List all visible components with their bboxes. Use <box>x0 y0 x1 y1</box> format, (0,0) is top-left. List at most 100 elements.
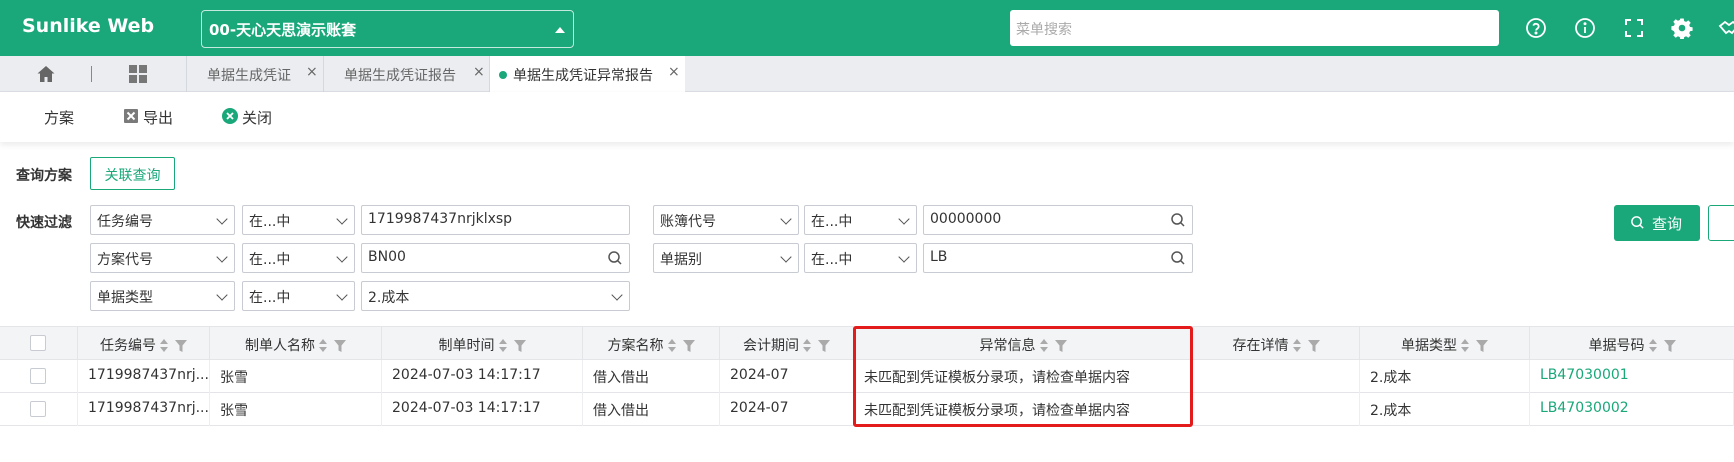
column-header[interactable]: 制单时间 <box>382 327 583 360</box>
toolbar: 方案 导出 关闭 <box>0 92 1734 142</box>
row-checkbox[interactable] <box>30 401 46 417</box>
settings-icon[interactable] <box>1671 17 1693 39</box>
filter-icon[interactable] <box>1663 340 1676 352</box>
filter-operator-value: 在...中 <box>249 252 291 268</box>
filter-value-input[interactable]: LB <box>923 243 1193 273</box>
search-icon[interactable] <box>607 250 623 266</box>
select-all-checkbox[interactable] <box>30 335 46 351</box>
active-dot-icon <box>499 71 507 79</box>
close-icon[interactable]: × <box>306 64 318 80</box>
scheme-name-cell: 借入借出 <box>583 360 720 393</box>
column-header[interactable]: 方案名称 <box>583 327 720 360</box>
sort-icon[interactable] <box>160 339 169 353</box>
home-icon[interactable] <box>36 64 56 84</box>
filter-operator-select[interactable]: 在...中 <box>804 205 917 235</box>
sort-icon[interactable] <box>667 339 677 353</box>
period-cell: 2024-07 <box>720 360 854 393</box>
filter-value-input[interactable]: 1719987437nrjklxsp <box>361 205 630 235</box>
filter-icon[interactable] <box>682 340 695 352</box>
chevron-down-icon <box>216 213 228 225</box>
account-selector[interactable]: 00-天心天思演示账套 <box>201 10 574 48</box>
sort-icon[interactable] <box>803 339 812 353</box>
tab-bill-voucher[interactable]: 单据生成凭证 × <box>186 56 323 92</box>
info-icon[interactable] <box>1574 17 1596 39</box>
filter-value-text: LB <box>930 249 948 265</box>
menu-search-input[interactable]: 菜单搜索 <box>1010 10 1499 46</box>
filter-value-input[interactable]: BN00 <box>361 243 630 273</box>
filter-value-text: 2.成本 <box>368 290 410 306</box>
filter-value-text: BN00 <box>368 249 406 265</box>
sort-icon[interactable] <box>498 339 508 353</box>
chevron-down-icon <box>336 213 348 225</box>
linked-query-button[interactable]: 关联查询 <box>90 157 175 190</box>
filter-operator-select[interactable]: 在...中 <box>804 243 917 273</box>
bill-type-cell: 2.成本 <box>1360 393 1530 426</box>
select-all-cell <box>0 327 78 360</box>
tab-label: 单据生成凭证报告 <box>344 68 456 84</box>
bill-number-link[interactable]: LB47030002 <box>1530 393 1734 426</box>
chevron-down-icon <box>216 289 228 301</box>
close-circle-icon <box>222 108 238 124</box>
search-icon[interactable] <box>1170 212 1186 228</box>
created-time-cell: 2024-07-03 14:17:17 <box>382 360 583 393</box>
search-icon[interactable] <box>1170 250 1186 266</box>
chevron-down-icon <box>780 251 792 263</box>
handshake-icon[interactable] <box>1718 17 1734 39</box>
app-grid-icon[interactable] <box>128 64 148 84</box>
filter-operator-value: 在...中 <box>811 214 853 230</box>
search-button[interactable]: 查询 <box>1614 205 1700 241</box>
column-header[interactable]: 会计期间 <box>720 327 854 360</box>
column-header[interactable]: 单据号码 <box>1530 327 1734 360</box>
filter-icon[interactable] <box>1476 340 1488 352</box>
column-header[interactable]: 单据类型 <box>1360 327 1530 360</box>
row-checkbox[interactable] <box>30 368 46 384</box>
filter-value-input[interactable]: 00000000 <box>923 205 1193 235</box>
filter-field-select[interactable]: 单据别 <box>653 243 799 273</box>
tab-bill-voucher-exception-report[interactable]: 单据生成凭证异常报告 × <box>489 56 685 92</box>
scheme-name-cell: 借入借出 <box>583 393 720 426</box>
highlight-box <box>853 326 1193 427</box>
export-button[interactable]: 导出 <box>124 107 174 128</box>
sort-icon[interactable] <box>1292 339 1302 353</box>
filter-field-select[interactable]: 任务编号 <box>90 205 235 235</box>
filter-operator-select[interactable]: 在...中 <box>242 243 355 273</box>
column-header[interactable]: 任务编号 <box>78 327 210 360</box>
filter-icon[interactable] <box>1307 340 1320 352</box>
creator-cell: 张雪 <box>210 393 382 426</box>
sort-icon[interactable] <box>1648 339 1658 353</box>
filter-operator-select[interactable]: 在...中 <box>242 205 355 235</box>
filter-icon[interactable] <box>818 340 830 352</box>
creator-cell: 张雪 <box>210 360 382 393</box>
sort-icon[interactable] <box>1461 339 1470 353</box>
app-logo: Sunlike Web <box>22 15 155 37</box>
filter-value-text: 00000000 <box>930 211 1002 227</box>
tab-label: 单据生成凭证异常报告 <box>513 68 653 84</box>
export-label: 导出 <box>143 109 174 127</box>
top-header: Sunlike Web 00-天心天思演示账套 菜单搜索 <box>0 0 1734 56</box>
column-header[interactable]: 存在详情 <box>1193 327 1360 360</box>
filter-icon[interactable] <box>334 340 346 352</box>
close-icon[interactable]: × <box>668 64 680 80</box>
column-header[interactable]: 制单人名称 <box>210 327 382 360</box>
filter-value-select[interactable]: 2.成本 <box>361 281 630 311</box>
filter-settings-button[interactable] <box>1708 205 1734 241</box>
detail-cell <box>1193 360 1360 393</box>
help-icon[interactable] <box>1525 17 1547 39</box>
task-number-cell: 1719987437nrj... <box>78 360 210 393</box>
fullscreen-icon[interactable] <box>1623 17 1645 39</box>
sort-icon[interactable] <box>319 339 328 353</box>
filter-operator-select[interactable]: 在...中 <box>242 281 355 311</box>
filter-field-select[interactable]: 单据类型 <box>90 281 235 311</box>
tab-bill-voucher-report[interactable]: 单据生成凭证报告 × <box>323 56 489 92</box>
filter-field-value: 账簿代号 <box>660 214 716 230</box>
filter-field-value: 任务编号 <box>97 214 153 230</box>
filter-icon[interactable] <box>513 340 526 352</box>
bill-number-link[interactable]: LB47030001 <box>1530 360 1734 393</box>
close-icon[interactable]: × <box>473 64 485 80</box>
close-page-button[interactable]: 关闭 <box>222 107 272 128</box>
filter-field-select[interactable]: 方案代号 <box>90 243 235 273</box>
filter-field-select[interactable]: 账簿代号 <box>653 205 799 235</box>
tab-label: 单据生成凭证 <box>207 68 291 84</box>
filter-icon[interactable] <box>175 340 187 352</box>
scheme-button[interactable]: 方案 <box>44 107 74 128</box>
